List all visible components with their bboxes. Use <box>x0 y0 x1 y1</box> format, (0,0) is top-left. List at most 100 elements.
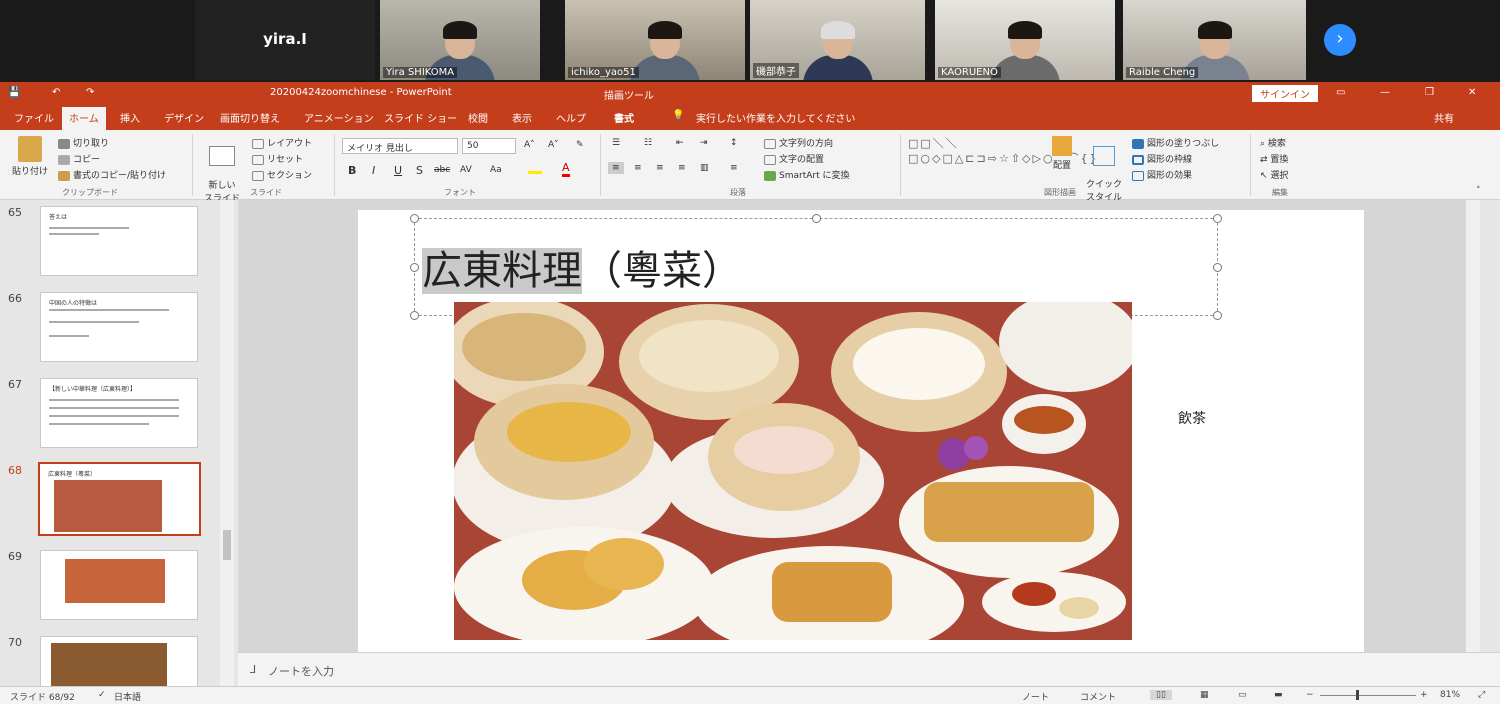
tab-review[interactable]: 校閲 <box>468 110 488 125</box>
quick-styles-button[interactable]: クイック スタイル <box>1082 136 1126 203</box>
resize-handle[interactable] <box>1213 311 1222 320</box>
shapes-gallery[interactable]: □□＼＼□○◇□△⊏⊐⇨☆⇧◇▷○⌒⌒{} <box>908 136 1097 182</box>
slide-thumbnail[interactable] <box>40 550 198 620</box>
tab-design[interactable]: デザイン <box>164 110 204 125</box>
slide-sorter-icon[interactable]: ▦ <box>1200 690 1209 700</box>
bullets-icon[interactable]: ☰ <box>612 138 620 148</box>
highlight-icon[interactable] <box>528 162 542 174</box>
resize-handle[interactable] <box>1213 263 1222 272</box>
thumbnail-scrollbar[interactable] <box>220 200 234 686</box>
tab-transitions[interactable]: 画面切り替え <box>220 110 280 125</box>
change-case-icon[interactable]: Aa <box>490 165 502 175</box>
title-selected-text[interactable]: 広東料理 <box>422 248 582 294</box>
redo-icon[interactable]: ↷ <box>86 87 94 98</box>
side-text-yamcha[interactable]: 飲茶 <box>1178 408 1206 428</box>
resize-handle[interactable] <box>410 311 419 320</box>
italic-icon[interactable]: I <box>372 164 375 177</box>
notes-placeholder[interactable]: ノートを入力 <box>268 663 334 679</box>
participant-video[interactable]: 磯部恭子 <box>750 0 925 80</box>
grow-font-icon[interactable]: A˄ <box>524 140 535 150</box>
tab-file[interactable]: ファイル <box>14 110 54 125</box>
resize-handle[interactable] <box>1213 214 1222 223</box>
zoom-slider-thumb[interactable] <box>1356 690 1359 700</box>
minimize-icon[interactable]: — <box>1380 87 1390 98</box>
slide-thumbnail[interactable] <box>40 636 198 686</box>
participant-video[interactable]: Raible Cheng <box>1123 0 1306 80</box>
tab-view[interactable]: 表示 <box>512 110 532 125</box>
resize-handle[interactable] <box>410 263 419 272</box>
shadow-icon[interactable]: S <box>416 164 423 177</box>
font-name-select[interactable]: メイリオ 見出し <box>342 138 458 154</box>
shape-outline-button[interactable]: 図形の枠線 <box>1132 152 1192 165</box>
tab-help[interactable]: ヘルプ <box>556 110 586 125</box>
fit-slide-icon[interactable]: ⤢ <box>1478 690 1485 700</box>
zoom-out-icon[interactable]: − <box>1306 690 1314 700</box>
slide-thumbnail[interactable]: 中国の人の特徴は <box>40 292 198 362</box>
font-size-select[interactable]: 50 <box>462 138 516 154</box>
notes-pane[interactable]: ⅃ ノートを入力 <box>238 652 1500 686</box>
tab-insert[interactable]: 挿入 <box>120 110 140 125</box>
dim-sum-photo[interactable] <box>454 302 1132 640</box>
cut-button[interactable]: 切り取り <box>58 136 109 149</box>
participant-video[interactable]: ichiko_yao51 <box>565 0 745 80</box>
justify-icon[interactable]: ≡ <box>678 163 686 173</box>
reset-button[interactable]: リセット <box>252 152 303 165</box>
comments-toggle[interactable]: コメント <box>1080 690 1116 703</box>
strikethrough-icon[interactable]: abc <box>434 165 450 175</box>
share-button[interactable]: 共有 <box>1434 110 1454 125</box>
zoom-level[interactable]: 81% <box>1440 690 1460 700</box>
reading-view-icon[interactable]: ▭ <box>1238 690 1247 700</box>
tab-format[interactable]: 書式 <box>614 110 634 125</box>
layout-button[interactable]: レイアウト <box>252 136 312 149</box>
align-text-button[interactable]: 文字の配置 <box>764 152 824 165</box>
restore-icon[interactable]: ❐ <box>1425 87 1434 98</box>
shape-fill-button[interactable]: 図形の塗りつぶし <box>1132 136 1219 149</box>
shrink-font-icon[interactable]: A˅ <box>548 140 559 150</box>
new-slide-button[interactable]: 新しい スライド <box>200 136 244 204</box>
resize-handle[interactable] <box>812 214 821 223</box>
tab-home[interactable]: ホーム <box>62 107 106 131</box>
select-button[interactable]: ↖ 選択 <box>1260 168 1288 181</box>
next-page-button[interactable]: › <box>1324 24 1356 56</box>
slide-thumbnail[interactable]: 【新しい中華料理（広東料理）】 <box>40 378 198 448</box>
ribbon-display-icon[interactable]: ▭ <box>1336 87 1345 98</box>
slide-thumbnail[interactable]: 答えは <box>40 206 198 276</box>
collapse-ribbon-icon[interactable]: ˄ <box>1476 186 1481 196</box>
clear-format-icon[interactable]: ✎ <box>576 140 584 150</box>
align-left-icon[interactable]: ≡ <box>608 162 624 174</box>
tell-me-input[interactable]: 実行したい作業を入力してください <box>696 110 855 125</box>
decrease-indent-icon[interactable]: ⇤ <box>676 138 684 148</box>
tab-slideshow[interactable]: スライド ショー <box>384 110 457 125</box>
underline-icon[interactable]: U <box>394 164 402 177</box>
section-button[interactable]: セクション <box>252 168 312 181</box>
columns-icon[interactable]: ▥ <box>700 163 709 173</box>
numbering-icon[interactable]: ☷ <box>644 138 652 148</box>
zoom-slider[interactable] <box>1320 695 1416 696</box>
language-indicator[interactable]: 日本語 <box>114 690 141 703</box>
arrange-button[interactable]: 配置 <box>1044 136 1080 171</box>
shape-effects-button[interactable]: 図形の効果 <box>1132 168 1192 181</box>
slide-thumbnail-selected[interactable]: 広東料理（粵菜） <box>38 462 201 536</box>
align-center-icon[interactable]: ≡ <box>634 163 642 173</box>
save-icon[interactable]: 💾 <box>8 87 20 98</box>
zoom-in-icon[interactable]: + <box>1420 690 1428 700</box>
find-button[interactable]: ⌕ 検索 <box>1260 136 1286 149</box>
increase-indent-icon[interactable]: ⇥ <box>700 138 708 148</box>
undo-icon[interactable]: ↶ <box>52 87 60 98</box>
title-rest-text[interactable]: （粵菜） <box>582 248 742 294</box>
bold-icon[interactable]: B <box>348 164 356 177</box>
participant-tile[interactable]: yira.I ✕ <box>195 0 375 80</box>
more-align-icon[interactable]: ≡ <box>730 163 738 173</box>
editor-scrollbar[interactable] <box>1466 200 1480 652</box>
normal-view-icon[interactable]: ▯▯ <box>1150 690 1172 700</box>
resize-handle[interactable] <box>410 214 419 223</box>
slide-canvas[interactable]: 広東料理（粵菜） 飲茶 <box>358 210 1364 652</box>
slide-title[interactable]: 広東料理（粵菜） <box>422 238 742 296</box>
participant-video[interactable]: Yira SHIKOMA <box>380 0 540 80</box>
format-painter-button[interactable]: 書式のコピー/貼り付け <box>58 168 166 181</box>
font-color-icon[interactable]: A <box>562 161 570 177</box>
slideshow-icon[interactable]: ▬ <box>1274 690 1283 700</box>
close-icon[interactable]: ✕ <box>1468 87 1476 98</box>
align-right-icon[interactable]: ≡ <box>656 163 664 173</box>
paste-button[interactable]: 貼り付け <box>10 136 50 177</box>
